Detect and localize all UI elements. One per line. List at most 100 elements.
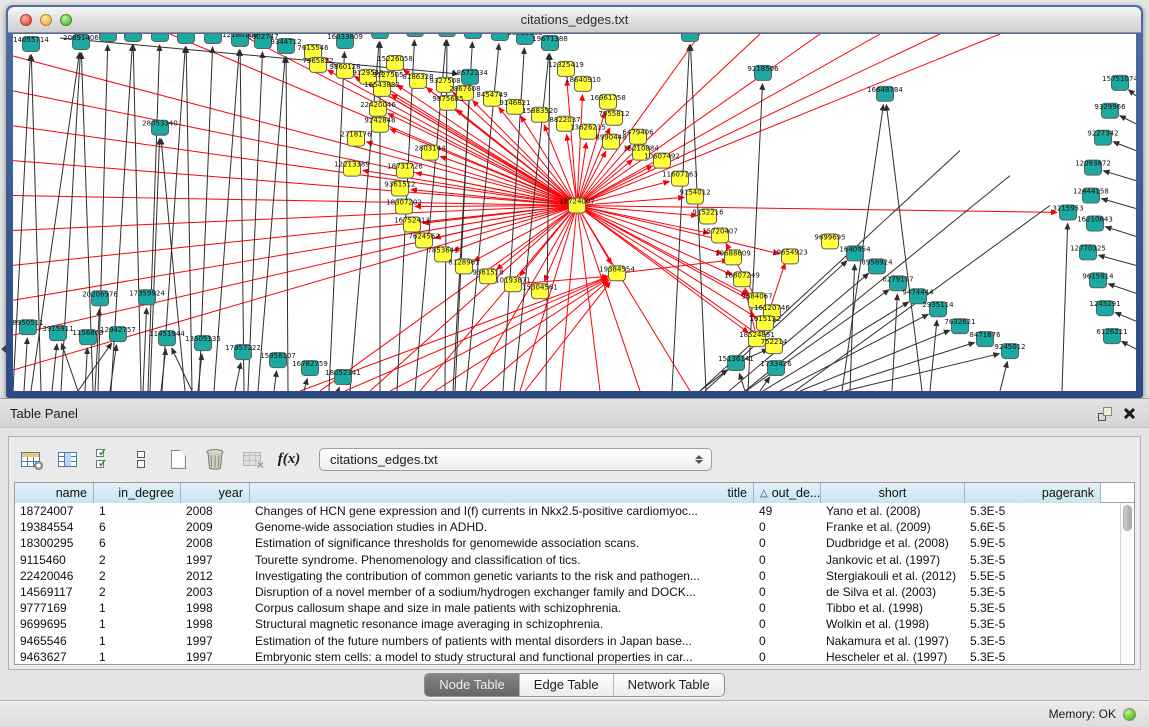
table-cell[interactable]: 1 (94, 633, 181, 649)
graph-edge[interactable] (345, 278, 607, 391)
graph-edge[interactable] (338, 387, 339, 391)
table-cell[interactable]: Tourette syndrome. Phenomenology and cla… (250, 552, 754, 568)
table-cell[interactable]: Structural magnetic resonance image aver… (250, 616, 754, 632)
graph-edge[interactable] (13, 206, 577, 231)
network-view-window[interactable]: citations_edges.txt 18724007193845541405… (6, 5, 1143, 398)
graph-edge[interactable] (577, 34, 760, 206)
table-row[interactable]: 969969511998Structural magnetic resonanc… (15, 616, 1134, 632)
table-cell[interactable]: 5.9E-5 (965, 535, 1101, 551)
table-cell[interactable]: 0 (754, 649, 821, 665)
table-cell[interactable]: 6 (94, 535, 181, 551)
graph-edge[interactable] (390, 278, 607, 391)
table-row[interactable]: 1456911722003Disruption of a novel membe… (15, 584, 1134, 600)
new-table-button[interactable] (165, 446, 191, 472)
minimize-window-button[interactable] (40, 14, 52, 26)
graph-edge[interactable] (78, 343, 112, 391)
graph-node[interactable] (100, 34, 117, 41)
column-header-short[interactable]: short (821, 483, 965, 503)
table-cell[interactable]: 5.3E-5 (965, 503, 1101, 519)
column-header-pagerank[interactable]: pagerank (965, 483, 1101, 503)
graph-edge[interactable] (886, 105, 922, 391)
graph-edge[interactable] (435, 279, 608, 391)
table-cell[interactable]: 49 (754, 503, 821, 519)
table-cell[interactable]: 0 (754, 552, 821, 568)
graph-edge[interactable] (62, 344, 78, 391)
graph-edge[interactable] (161, 349, 166, 391)
table-cell[interactable]: 0 (754, 584, 821, 600)
delete-button[interactable] (202, 446, 228, 472)
table-cell[interactable]: 1998 (181, 616, 250, 632)
graph-edge[interactable] (133, 45, 141, 391)
graph-edge[interactable] (763, 302, 909, 391)
graph-edge[interactable] (13, 206, 577, 266)
graph-edge[interactable] (13, 206, 577, 301)
table-cell[interactable]: 5.3E-5 (965, 584, 1101, 600)
table-cell[interactable]: 19384554 (15, 519, 94, 535)
graph-edge[interactable] (24, 338, 27, 391)
graph-node[interactable] (492, 34, 509, 40)
column-header-name[interactable]: name (15, 483, 94, 503)
table-cell[interactable]: 2009 (181, 519, 250, 535)
table-cell[interactable]: 1997 (181, 633, 250, 649)
graph-edge[interactable] (577, 34, 1000, 206)
table-row[interactable]: 977716911998Corpus callosum shape and si… (15, 600, 1134, 616)
graph-edge[interactable] (286, 57, 288, 391)
table-cell[interactable]: 14569117 (15, 584, 94, 600)
column-visibility-button[interactable] (54, 446, 80, 472)
graph-edge[interactable] (739, 374, 745, 391)
graph-edge[interactable] (258, 57, 285, 391)
close-panel-icon[interactable] (1122, 406, 1137, 421)
table-cell[interactable]: 0 (754, 519, 821, 535)
graph-node[interactable] (152, 34, 169, 41)
graph-node[interactable] (439, 34, 456, 36)
table-cell[interactable]: Disruption of a novel member of a sodium… (250, 584, 754, 600)
graph-edge[interactable] (577, 34, 940, 206)
graph-edge[interactable] (274, 371, 277, 391)
graph-edge[interactable] (1129, 90, 1136, 96)
column-header-in_degree[interactable]: in_degree (94, 483, 181, 503)
close-window-button[interactable] (20, 14, 32, 26)
table-cell[interactable]: 1 (94, 503, 181, 519)
graph-edge[interactable] (780, 314, 928, 391)
graph-edge[interactable] (800, 330, 950, 391)
table-cell[interactable]: Yano et al. (2008) (821, 503, 965, 519)
table-cell[interactable]: 1998 (181, 600, 250, 616)
graph-edge[interactable] (31, 55, 41, 391)
table-cell[interactable]: 0 (754, 535, 821, 551)
graph-edge[interactable] (1062, 223, 1068, 391)
table-cell[interactable]: Corpus callosum shape and size in male p… (250, 600, 754, 616)
table-row[interactable]: 946362711997Embryonic stem cells: a mode… (15, 649, 1134, 665)
table-cell[interactable]: 1 (94, 649, 181, 665)
table-cell[interactable]: 5.3E-5 (965, 552, 1101, 568)
table-cell[interactable]: 5.5E-5 (965, 568, 1101, 584)
column-header-title[interactable]: title (250, 483, 754, 503)
column-header-out_de[interactable]: △out_de... (754, 483, 821, 503)
network-window-titlebar[interactable]: citations_edges.txt (8, 7, 1141, 33)
table-cell[interactable]: 5.6E-5 (965, 519, 1101, 535)
table-cell[interactable]: Nakamura et al. (1997) (821, 633, 965, 649)
table-cell[interactable]: 9465546 (15, 633, 94, 649)
table-cell[interactable]: Jankovic et al. (1997) (821, 552, 965, 568)
table-cell[interactable]: 1997 (181, 649, 250, 665)
graph-edge[interactable] (235, 363, 241, 391)
table-cell[interactable]: Investigating the contribution of common… (250, 568, 754, 584)
graph-edge[interactable] (745, 176, 1010, 391)
graph-edge[interactable] (1113, 142, 1136, 151)
graph-edge[interactable] (1000, 362, 1007, 391)
table-cell[interactable]: Hescheler et al. (1997) (821, 649, 965, 665)
network-canvas[interactable]: 1872400719384554140557142089140698062131… (13, 34, 1136, 391)
zoom-window-button[interactable] (60, 14, 72, 26)
graph-node[interactable] (465, 34, 482, 38)
table-cell[interactable]: 18724007 (15, 503, 94, 519)
graph-node[interactable] (682, 34, 699, 41)
graph-edge[interactable] (248, 52, 263, 391)
graph-edge[interactable] (85, 348, 87, 391)
graph-edge[interactable] (1099, 255, 1136, 265)
graph-node[interactable] (125, 34, 142, 41)
graph-edge[interactable] (1105, 227, 1136, 237)
tab-node-table[interactable]: Node Table (425, 674, 519, 696)
graph-edge[interactable] (143, 308, 147, 391)
scrollbar-thumb[interactable] (1123, 505, 1132, 531)
table-cell[interactable]: 5.3E-5 (965, 649, 1101, 665)
graph-edge[interactable] (13, 55, 30, 391)
